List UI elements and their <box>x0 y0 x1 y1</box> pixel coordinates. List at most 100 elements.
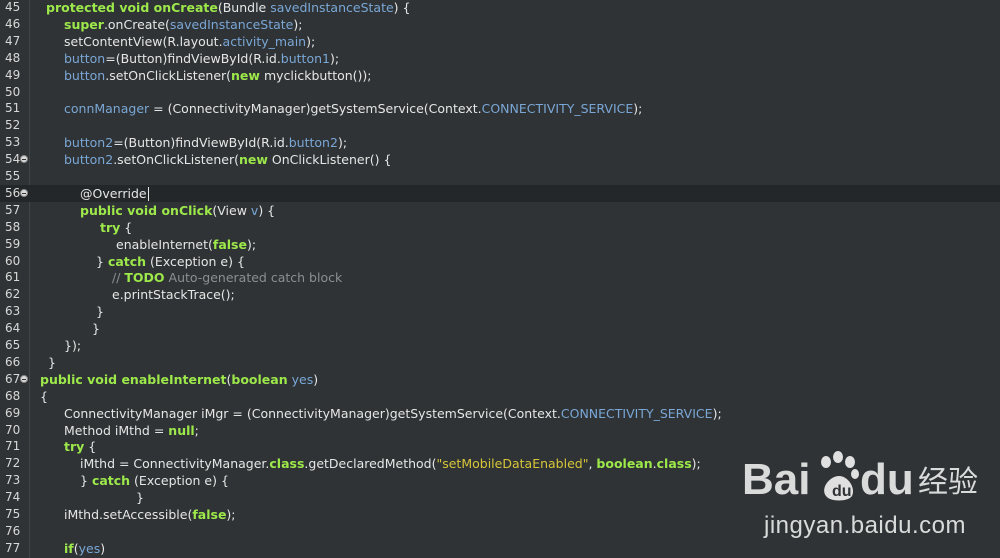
code-text: try { <box>64 438 96 455</box>
line-number: 71 <box>5 439 21 454</box>
code-line[interactable]: 66} <box>0 354 1000 371</box>
line-number: 72 <box>5 456 21 471</box>
code-text: e.printStackTrace(); <box>112 286 235 303</box>
code-line[interactable]: 56 @Override <box>0 184 1000 202</box>
code-text: } catch (Exception e) { <box>80 472 229 489</box>
code-line[interactable]: 49 button.setOnClickListener(new myclickb… <box>0 67 1000 84</box>
code-token: { <box>40 388 48 404</box>
code-line[interactable]: 45 protected void onCreate(Bundle savedIn… <box>0 0 1000 16</box>
code-text: public void onClick(View v) { <box>80 202 275 219</box>
line-number: 58 <box>5 219 21 234</box>
code-token: ); <box>337 135 348 151</box>
code-token: (Exception e) { <box>146 253 245 269</box>
line-number: 52 <box>5 118 21 133</box>
code-line[interactable]: 54 button2.setOnClickListener(new OnClick… <box>0 151 1000 168</box>
code-line[interactable]: 60} catch (Exception e) { <box>0 253 1000 270</box>
code-text: enableInternet(false); <box>116 236 256 253</box>
code-line[interactable]: 67 public void enableInternet(boolean yes… <box>0 371 1000 388</box>
code-token: yes <box>291 371 314 387</box>
code-token: ; <box>194 422 199 438</box>
code-token: ) <box>313 371 319 387</box>
code-token: button2 <box>64 135 114 151</box>
code-token: =(Button)findViewById(R.id. <box>105 50 281 66</box>
code-text: super.onCreate(savedInstanceState); <box>64 16 302 33</box>
code-line[interactable]: 76 <box>0 523 1000 540</box>
code-line[interactable]: 52 <box>0 117 1000 134</box>
line-number: 65 <box>5 338 21 352</box>
code-line[interactable]: 71 try { <box>0 438 1000 455</box>
line-number: 66 <box>5 354 21 369</box>
code-text: setContentView(R.layout.activity_main); <box>64 33 315 50</box>
code-line[interactable]: 73 } catch (Exception e) { <box>0 472 1000 489</box>
code-line[interactable]: 72 iMthd = ConnectivityManager.class.getD… <box>0 455 1000 472</box>
code-token: null <box>168 422 195 438</box>
code-line[interactable]: 58 try { <box>0 219 1000 236</box>
code-line[interactable]: 55 <box>0 168 1000 185</box>
code-token: ); <box>691 456 701 472</box>
code-token: ); <box>712 405 722 421</box>
code-line[interactable]: 65}); <box>0 337 1000 354</box>
code-text: // TODO Auto-generated catch block <box>112 269 342 286</box>
code-line[interactable]: 48 button=(Button)findViewById(R.id.butto… <box>0 50 1000 67</box>
code-token: ); <box>226 507 236 522</box>
code-token: } <box>136 490 144 506</box>
code-token: new <box>238 152 268 168</box>
code-text: button=(Button)findViewById(R.id.button1… <box>64 50 339 67</box>
code-token: .setOnClickListener( <box>113 152 239 168</box>
code-token: Auto-generated catch block <box>164 270 343 286</box>
code-line[interactable]: 62 e.printStackTrace(); <box>0 286 1000 303</box>
line-number: 69 <box>5 405 21 420</box>
line-number: 59 <box>5 236 21 251</box>
code-line[interactable]: 69 ConnectivityManager iMgr = (Connectivi… <box>0 405 1000 422</box>
code-token: catch <box>91 473 131 489</box>
code-text: @Override <box>80 185 149 202</box>
fold-toggle-icon[interactable] <box>20 374 28 383</box>
code-token: .getDeclaredMethod( <box>304 456 437 472</box>
code-line[interactable]: 59 enableInternet(false); <box>0 236 1000 253</box>
code-line[interactable]: 70 Method iMthd = null; <box>0 422 1000 439</box>
code-token: try <box>64 439 85 455</box>
code-text: Method iMthd = null; <box>64 422 199 439</box>
line-number: 45 <box>5 0 21 14</box>
code-line[interactable]: 75 iMthd.setAccessible(false); <box>0 506 1000 523</box>
code-token: CONNECTIVITY_SERVICE <box>481 101 634 117</box>
code-token: button2 <box>64 152 114 168</box>
code-line[interactable]: 63} <box>0 303 1000 320</box>
code-text: public void enableInternet(boolean yes) <box>40 371 318 388</box>
code-token: public void <box>80 202 162 218</box>
code-token: super <box>64 16 104 32</box>
code-line[interactable]: 51 connManager = (ConnectivityManager)get… <box>0 100 1000 117</box>
code-token: if <box>64 540 74 556</box>
code-line[interactable]: 50 <box>0 84 1000 101</box>
code-token: { <box>120 219 133 235</box>
code-line[interactable]: 47 setContentView(R.layout.activity_main)… <box>0 33 1000 50</box>
code-token: protected void <box>46 0 154 15</box>
line-number: 48 <box>5 50 21 65</box>
line-number: 55 <box>5 169 21 183</box>
line-number: 53 <box>5 135 21 150</box>
line-number: 73 <box>5 473 21 488</box>
code-line[interactable]: 77 if(yes) <box>0 540 1000 557</box>
code-line[interactable]: 46 super.onCreate(savedInstanceState); <box>0 16 1000 33</box>
fold-toggle-icon[interactable] <box>20 188 28 197</box>
code-token: class <box>656 456 692 472</box>
code-token: .setOnClickListener( <box>105 67 232 83</box>
code-token: CONNECTIVITY_SERVICE <box>560 405 713 421</box>
code-token: savedInstanceState <box>169 16 294 32</box>
code-line[interactable]: 68 { <box>0 388 1000 405</box>
code-token: savedInstanceState <box>270 0 394 15</box>
code-token: } <box>80 473 92 489</box>
code-editor[interactable]: 45 protected void onCreate(Bundle savedIn… <box>0 0 1000 558</box>
code-line[interactable]: 64} <box>0 320 1000 337</box>
line-number: 70 <box>5 422 21 437</box>
code-line[interactable]: 57 public void onClick(View v) { <box>0 202 1000 219</box>
line-number: 64 <box>5 321 21 336</box>
code-line[interactable]: 61 // TODO Auto-generated catch block <box>0 269 1000 286</box>
code-line[interactable]: 74} <box>0 489 1000 506</box>
code-token: TODO <box>124 270 165 286</box>
code-token: } <box>92 321 100 337</box>
code-token: enableInternet( <box>116 236 213 252</box>
line-number: 51 <box>5 101 21 116</box>
code-token: Method iMthd = <box>64 422 169 438</box>
code-line[interactable]: 53 button2=(Button)findViewById(R.id.butt… <box>0 134 1000 151</box>
